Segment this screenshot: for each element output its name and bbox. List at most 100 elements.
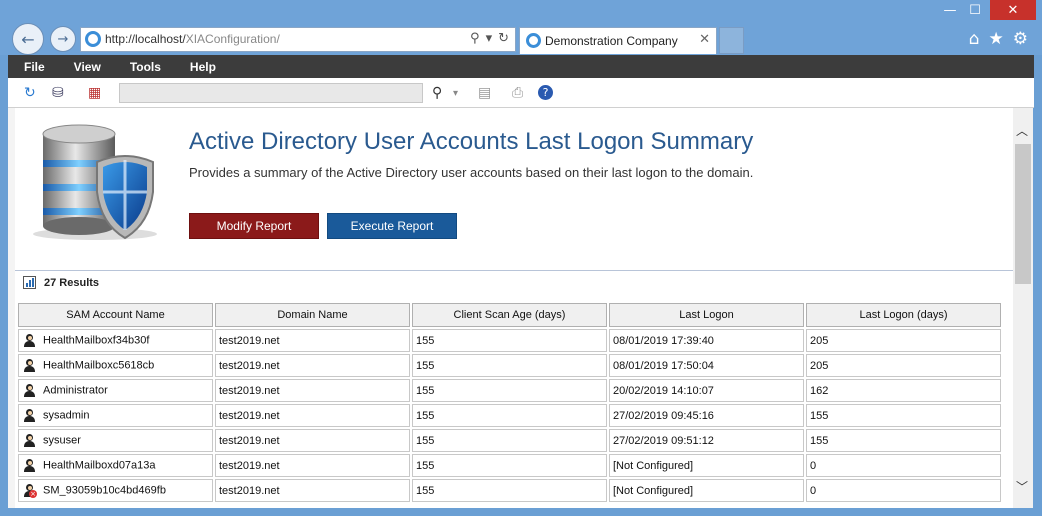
table-row[interactable]: HealthMailboxc5618cb test2019.net 155 08/01… [18,354,1001,377]
star-icon[interactable]: ★ [989,29,1004,49]
user-icon [23,409,35,422]
close-window-button[interactable]: ✕ [990,0,1036,20]
user-icon [23,359,35,372]
browser-tab[interactable]: Demonstration Company ✕ [519,27,717,54]
cell-sam-account: HealthMailboxf34b30f [18,329,213,352]
table-row[interactable]: HealthMailboxd07a13a test2019.net 155 [Not … [18,454,1001,477]
chevron-down-icon[interactable]: ﹀ [1016,478,1028,495]
cell-sam-account: × SM_93059b10c4bd469fb [18,479,213,502]
cell-last-logon-days: 0 [806,479,1001,502]
tab-title: Demonstration Company [545,34,678,48]
back-button[interactable]: ← [12,23,44,55]
dropdown-icon[interactable]: ▾ [486,31,493,46]
chevron-up-icon[interactable]: ︿ [1016,122,1028,139]
cell-scan-age: 155 [412,329,607,352]
cell-last-logon-days: 205 [806,329,1001,352]
toolbar-search-input[interactable] [119,83,423,103]
cell-scan-age: 155 [412,404,607,427]
divider [15,270,1013,271]
forward-button[interactable]: → [50,26,76,52]
column-header-sam-account[interactable]: SAM Account Name [18,303,213,327]
report-icon[interactable]: ▦ [88,85,101,101]
table-row[interactable]: Administrator test2019.net 155 20/02/2019 1… [18,379,1001,402]
cell-sam-account: sysuser [18,429,213,452]
cell-domain: test2019.net [215,354,410,377]
address-url[interactable]: http://localhost/XIAConfiguration/ [105,32,280,46]
address-bar[interactable]: http://localhost/XIAConfiguration/ ⚲ ▾ ↻ [80,27,516,52]
cell-scan-age: 155 [412,379,607,402]
cell-domain: test2019.net [215,454,410,477]
browser-window: — ☐ ✕ ← → http://localhost/XIAConfigurat… [0,0,1042,516]
ie-logo-icon [85,31,101,47]
report-description: Provides a summary of the Active Directo… [189,165,754,180]
minimize-button[interactable]: — [938,0,962,20]
url-path: XIAConfiguration/ [185,32,280,46]
menu-tools[interactable]: Tools [130,60,161,74]
cell-scan-age: 155 [412,429,607,452]
account-name: HealthMailboxc5618cb [43,359,155,372]
cell-domain: test2019.net [215,404,410,427]
account-name: Administrator [43,384,108,397]
database-shield-logo [33,124,157,240]
menu-help[interactable]: Help [190,60,216,74]
scrollbar-thumb[interactable] [1015,144,1031,284]
table-row[interactable]: × SM_93059b10c4bd469fb test2019.net 155 [Not… [18,479,1001,502]
search-icon[interactable]: ⚲ [470,31,480,46]
cell-last-logon-days: 162 [806,379,1001,402]
command-bar: ↻ ⛁ ▦ ⚲ ▾ ▤ ⎙ ? [8,78,1034,108]
gear-icon[interactable]: ⚙ [1013,29,1028,49]
cell-domain: test2019.net [215,479,410,502]
home-icon[interactable]: ⌂ [969,29,980,49]
cell-last-logon: 08/01/2019 17:50:04 [609,354,804,377]
cell-domain: test2019.net [215,329,410,352]
cell-sam-account: Administrator [18,379,213,402]
search-icon[interactable]: ⚲ [432,85,442,101]
ie-logo-icon [526,33,541,48]
cell-sam-account: HealthMailboxc5618cb [18,354,213,377]
menu-bar: File View Tools Help [8,55,1034,78]
account-name: HealthMailboxd07a13a [43,459,156,472]
chevron-down-icon[interactable]: ▾ [453,88,458,99]
cell-last-logon-days: 205 [806,354,1001,377]
account-name: sysadmin [43,409,90,422]
user-icon [23,459,35,472]
execute-report-button[interactable]: Execute Report [327,213,457,239]
menu-file[interactable]: File [24,60,45,74]
user-icon [23,384,35,397]
account-name: SM_93059b10c4bd469fb [43,484,166,497]
maximize-button[interactable]: ☐ [962,0,988,20]
results-summary: 27 Results [23,276,99,289]
column-header-domain[interactable]: Domain Name [215,303,410,327]
column-header-last-logon[interactable]: Last Logon [609,303,804,327]
layout-icon[interactable]: ▤ [478,85,491,101]
cell-last-logon-days: 155 [806,404,1001,427]
cell-sam-account: HealthMailboxd07a13a [18,454,213,477]
table-row[interactable]: sysuser test2019.net 155 27/02/2019 09:51:1… [18,429,1001,452]
vertical-scrollbar[interactable]: ︿ ﹀ [1013,108,1033,508]
column-header-scan-age[interactable]: Client Scan Age (days) [412,303,607,327]
new-tab-button[interactable] [719,27,744,54]
arrow-left-icon: ← [21,29,35,49]
table-row[interactable]: sysadmin test2019.net 155 27/02/2019 09:45:… [18,404,1001,427]
help-icon[interactable]: ? [538,85,553,100]
bar-chart-icon [23,276,36,289]
modify-report-button[interactable]: Modify Report [189,213,319,239]
account-name: HealthMailboxf34b30f [43,334,150,347]
cell-last-logon: 27/02/2019 09:51:12 [609,429,804,452]
table-row[interactable]: HealthMailboxf34b30f test2019.net 155 08/01… [18,329,1001,352]
left-edge [8,108,15,508]
cell-scan-age: 155 [412,454,607,477]
cell-last-logon: 08/01/2019 17:39:40 [609,329,804,352]
column-header-last-logon-days[interactable]: Last Logon (days) [806,303,1001,327]
print-icon[interactable]: ⎙ [512,85,523,101]
refresh-icon[interactable]: ↻ [498,31,509,46]
network-icon[interactable]: ⛁ [52,85,64,101]
refresh-icon[interactable]: ↻ [24,85,36,101]
table-header-row: SAM Account Name Domain Name Client Scan… [18,303,1001,327]
close-tab-icon[interactable]: ✕ [699,32,710,47]
disabled-user-icon: × [23,484,37,498]
menu-view[interactable]: View [74,60,101,74]
cell-scan-age: 155 [412,479,607,502]
user-icon [23,434,35,447]
account-name: sysuser [43,434,81,447]
